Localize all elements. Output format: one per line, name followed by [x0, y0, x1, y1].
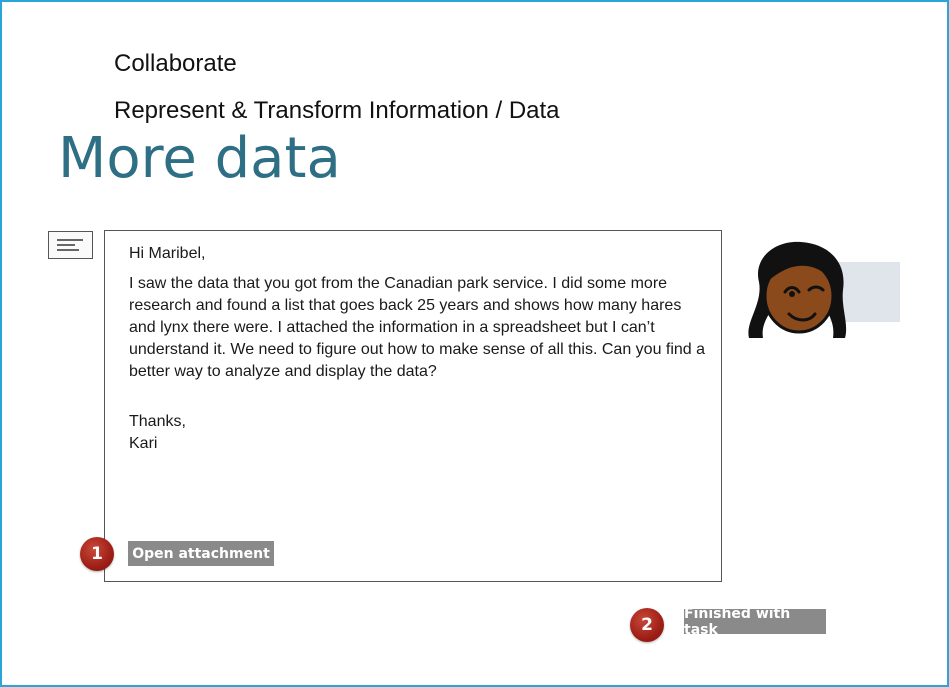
- message-signoff: Thanks,: [129, 413, 186, 430]
- finished-with-task-button[interactable]: Finished with task: [684, 606, 826, 638]
- message-icon-line: [57, 249, 79, 251]
- message-greeting: Hi Maribel,: [129, 245, 206, 262]
- open-attachment-button[interactable]: Open attachment: [128, 541, 274, 566]
- message-panel: Hi Maribel, I saw the data that you got …: [104, 230, 722, 582]
- step-badge-1: 1: [80, 537, 114, 571]
- message-signature: Kari: [129, 435, 158, 452]
- subcategory-label: Represent & Transform Information / Data: [114, 97, 560, 124]
- message-icon-line: [57, 239, 83, 241]
- message-icon-line: [57, 244, 75, 246]
- step-badge-2: 2: [630, 608, 664, 642]
- page-title: More data: [58, 126, 341, 191]
- message-icon: [48, 231, 93, 259]
- category-label: Collaborate: [114, 50, 237, 77]
- message-body: I saw the data that you got from the Can…: [129, 275, 706, 380]
- avatar: [748, 241, 847, 338]
